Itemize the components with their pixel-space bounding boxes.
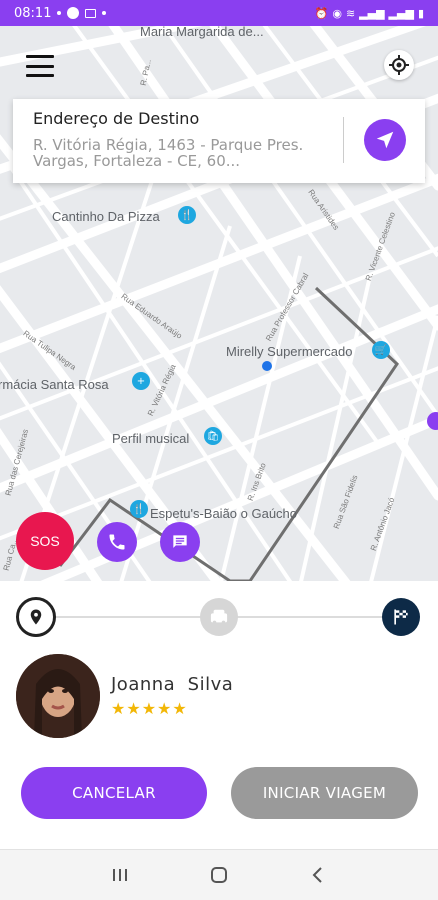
trip-bottom-sheet: Joanna Silva ★★★★★ CANCELAR INICIAR VIAG…	[0, 581, 438, 849]
signal-icon: ▂▄▆	[359, 6, 385, 20]
map-place-label: Cantinho Da Pizza	[52, 209, 160, 224]
alarm-icon: ⏰	[314, 6, 329, 20]
destination-address[interactable]: R. Vitória Régia, 1463 - Parque Pres. Va…	[33, 137, 323, 169]
navigate-button[interactable]	[364, 119, 406, 161]
restaurant-poi-2-icon[interactable]: 🍴	[130, 500, 148, 518]
home-icon	[210, 867, 227, 883]
back-button[interactable]	[303, 860, 333, 890]
location-pin-icon	[30, 609, 42, 625]
image-notification-icon	[85, 8, 97, 18]
driver-photo	[16, 654, 100, 738]
navigation-arrow-icon	[376, 131, 394, 149]
driver-rating-stars: ★★★★★	[111, 699, 188, 718]
signal-2-icon: ▂▄▆	[388, 6, 414, 20]
pharmacy-poi-icon[interactable]: +	[132, 372, 150, 390]
menu-icon-bar	[26, 55, 54, 58]
battery-icon: ▮	[417, 6, 424, 20]
driver-avatar	[16, 654, 100, 738]
shop-poi-icon[interactable]: 🛍	[204, 427, 222, 445]
driver-name: Joanna Silva	[111, 674, 234, 695]
shopping-poi-icon[interactable]: 🛒	[372, 341, 390, 359]
map-place-label: Perfil musical	[112, 431, 190, 446]
map-place-label: rmácia Santa Rosa	[0, 377, 109, 392]
notification-dot-icon	[57, 11, 62, 15]
app-screen: 08:11 ⏰ ◉ ≋ ▂▄▆ ▂▄▆ ▮ Maria Margarida de…	[0, 0, 438, 900]
trip-step-car	[200, 598, 238, 636]
home-button[interactable]	[204, 860, 234, 890]
status-bar: 08:11 ⏰ ◉ ≋ ▂▄▆ ▂▄▆ ▮	[0, 0, 438, 26]
car-icon	[210, 609, 228, 625]
menu-icon-bar	[26, 74, 54, 77]
back-icon	[312, 867, 323, 883]
destination-divider	[343, 117, 344, 163]
locate-button[interactable]	[384, 50, 414, 80]
current-location-dot	[262, 361, 272, 371]
map-place-label: Espetu's-Baião o Gaúcho	[150, 506, 298, 521]
menu-button[interactable]	[26, 55, 54, 77]
map-place-label: Mirelly Supermercado	[226, 344, 353, 359]
more-notifications-icon	[102, 11, 107, 15]
chat-button[interactable]	[160, 522, 200, 562]
restaurant-poi-icon[interactable]: 🍴	[178, 206, 196, 224]
destination-card[interactable]: Endereço de Destino R. Vitória Régia, 14…	[13, 99, 425, 183]
cancel-button[interactable]: CANCELAR	[21, 767, 207, 819]
status-icons: ⏰ ◉ ≋ ▂▄▆ ▂▄▆ ▮	[315, 7, 424, 20]
sos-button[interactable]: SOS	[16, 512, 74, 570]
wifi-icon: ≋	[345, 6, 356, 20]
recent-apps-button[interactable]	[105, 860, 135, 890]
trip-step-start	[16, 597, 56, 637]
notification-circle-icon	[67, 7, 80, 19]
recent-apps-icon	[112, 869, 127, 881]
phone-icon	[109, 534, 125, 550]
location-status-icon: ◉	[332, 6, 342, 20]
checkered-flag-icon	[394, 609, 408, 625]
status-time: 08:11	[14, 5, 52, 21]
chat-icon	[173, 535, 187, 548]
map-place-label-top: Maria Margarida de...	[140, 26, 264, 39]
gps-locate-icon	[389, 55, 409, 75]
destination-title: Endereço de Destino	[33, 109, 200, 128]
start-trip-button[interactable]: INICIAR VIAGEM	[231, 767, 418, 819]
menu-icon-bar	[26, 64, 54, 68]
call-button[interactable]	[97, 522, 137, 562]
system-nav-bar	[0, 849, 438, 900]
trip-step-end	[382, 598, 420, 636]
